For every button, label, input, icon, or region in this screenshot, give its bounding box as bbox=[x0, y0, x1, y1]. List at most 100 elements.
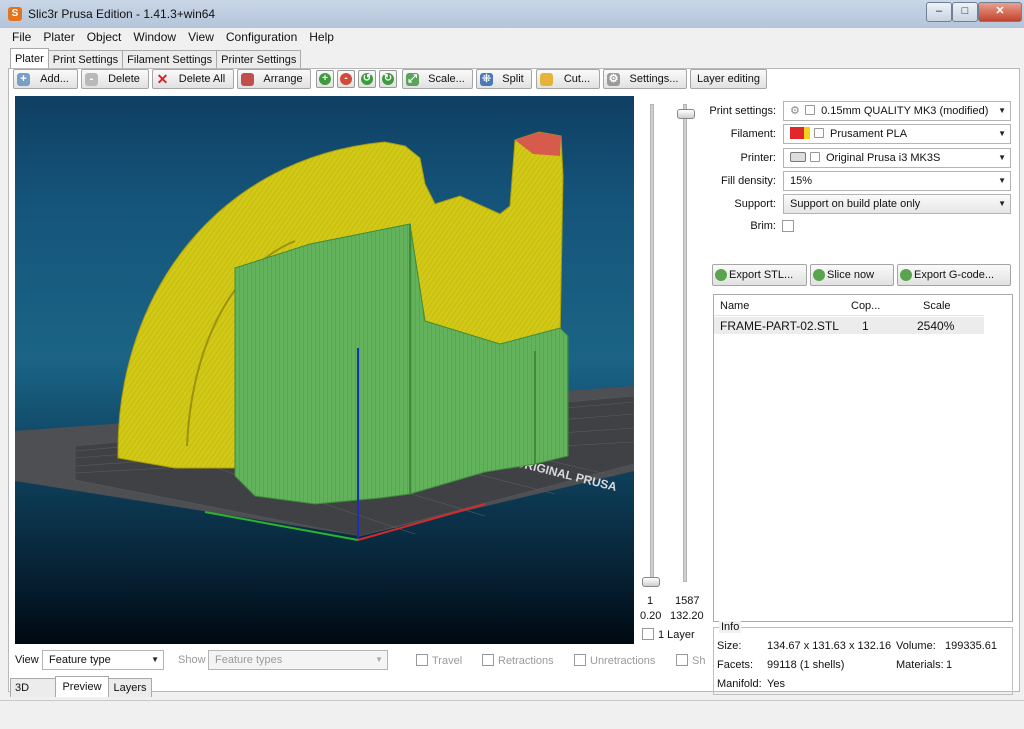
materials-label: Materials: bbox=[896, 659, 944, 671]
status-bar bbox=[0, 700, 1024, 729]
brim-checkbox[interactable] bbox=[782, 220, 798, 233]
chevron-down-icon: ▼ bbox=[375, 655, 383, 664]
export-gcode-button[interactable]: Export G-code... bbox=[897, 264, 1011, 286]
chevron-down-icon: ▼ bbox=[998, 199, 1006, 208]
high-layer-number: 1587 bbox=[675, 595, 700, 607]
travel-check[interactable] bbox=[416, 654, 428, 666]
export-stl-button[interactable]: Export STL... bbox=[712, 264, 807, 286]
menu-configuration[interactable]: Configuration bbox=[220, 29, 303, 46]
filament-color-swatch-2 bbox=[804, 127, 810, 139]
menu-view[interactable]: View bbox=[182, 29, 220, 46]
info-title: Info bbox=[719, 621, 742, 633]
menu-object[interactable]: Object bbox=[81, 29, 128, 46]
preview-viewport[interactable]: ORIGINAL PRUSA bbox=[15, 96, 634, 644]
low-layer-height: 0.20 bbox=[640, 610, 662, 622]
manifold-label: Manifold: bbox=[717, 678, 762, 690]
retractions-label: Retractions bbox=[498, 655, 554, 667]
support-select[interactable]: Support on build plate only ▼ bbox=[783, 194, 1011, 214]
rotate-left-icon: ↺ bbox=[361, 73, 373, 85]
cut-icon bbox=[540, 73, 553, 86]
view-label: View bbox=[15, 654, 39, 666]
delete-all-icon: ✕ bbox=[156, 71, 169, 87]
layer-slider-top-thumb[interactable] bbox=[677, 109, 695, 119]
unretractions-label: Unretractions bbox=[590, 655, 656, 667]
layer-slider-bottom-thumb[interactable] bbox=[642, 577, 660, 587]
volume-value: 199335.61 bbox=[945, 640, 997, 652]
tab-layers[interactable]: Layers bbox=[108, 678, 152, 697]
delete-all-button[interactable]: ✕ Delete All bbox=[152, 69, 234, 89]
chevron-down-icon: ▼ bbox=[998, 153, 1006, 162]
unretractions-check[interactable] bbox=[574, 654, 586, 666]
delete-all-label: Delete All bbox=[178, 73, 226, 85]
settings-button[interactable]: ⚙ Settings... bbox=[603, 69, 687, 89]
menu-help[interactable]: Help bbox=[303, 29, 340, 46]
size-value: 134.67 x 131.63 x 132.16 bbox=[767, 640, 892, 652]
close-button[interactable]: ✕ bbox=[978, 2, 1022, 22]
chevron-down-icon: ▼ bbox=[998, 106, 1006, 115]
tab-plater[interactable]: Plater bbox=[10, 48, 49, 69]
rotate-right-button[interactable]: ↻ bbox=[379, 70, 397, 88]
column-scale[interactable]: Scale bbox=[923, 300, 951, 312]
fill-density-select[interactable]: 15% ▼ bbox=[783, 171, 1011, 191]
printer-icon bbox=[790, 152, 806, 162]
rotate-left-button[interactable]: ↺ bbox=[358, 70, 376, 88]
delete-label: Delete bbox=[108, 73, 140, 85]
rotate-right-icon: ↻ bbox=[382, 73, 394, 85]
menu-window[interactable]: Window bbox=[127, 29, 182, 46]
slice-now-label: Slice now bbox=[827, 269, 875, 281]
print-settings-select[interactable]: ⚙ 0.15mm QUALITY MK3 (modified) ▼ bbox=[783, 101, 1011, 121]
tab-preview[interactable]: Preview bbox=[55, 676, 109, 697]
scale-label: Scale... bbox=[428, 73, 465, 85]
minimize-button[interactable]: – bbox=[926, 2, 952, 22]
row-copies: 1 bbox=[862, 319, 869, 333]
maximize-button[interactable]: □ bbox=[952, 2, 978, 22]
slice-icon bbox=[813, 269, 825, 281]
support-value: Support on build plate only bbox=[790, 198, 921, 210]
plus-icon: + bbox=[319, 73, 331, 85]
column-copies[interactable]: Cop... bbox=[851, 300, 880, 312]
brim-check[interactable] bbox=[782, 220, 794, 232]
chevron-down-icon: ▼ bbox=[998, 176, 1006, 185]
object-list[interactable] bbox=[713, 294, 1013, 622]
slice-now-button[interactable]: Slice now bbox=[810, 264, 894, 286]
view-type-select[interactable]: Feature type ▼ bbox=[42, 650, 164, 670]
size-label: Size: bbox=[717, 640, 742, 652]
shells-check[interactable] bbox=[676, 654, 688, 666]
menu-plater[interactable]: Plater bbox=[37, 29, 80, 46]
add-button[interactable]: + Add... bbox=[13, 69, 78, 89]
filament-select[interactable]: Prusament PLA ▼ bbox=[783, 124, 1011, 144]
arrange-icon bbox=[241, 73, 254, 86]
main-tabs: Plater Print Settings Filament Settings Pri… bbox=[10, 48, 302, 69]
column-name[interactable]: Name bbox=[720, 300, 749, 312]
travel-checkbox[interactable]: Travel bbox=[416, 654, 462, 667]
menu-file[interactable]: File bbox=[6, 29, 37, 46]
scale-button[interactable]: ⤢ Scale... bbox=[402, 69, 473, 89]
decrease-copies-button[interactable]: - bbox=[337, 70, 355, 88]
show-feature-value: Feature types bbox=[215, 654, 283, 666]
layer-editing-label: Layer editing bbox=[697, 73, 760, 85]
tab-3d[interactable]: 3D bbox=[10, 678, 56, 697]
row-name: FRAME-PART-02.STL bbox=[720, 319, 839, 333]
show-feature-select[interactable]: Feature types ▼ bbox=[208, 650, 388, 670]
tab-filament-settings[interactable]: Filament Settings bbox=[122, 50, 218, 69]
tab-printer-settings[interactable]: Printer Settings bbox=[216, 50, 302, 69]
export-gcode-label: Export G-code... bbox=[914, 269, 995, 281]
retractions-checkbox[interactable]: Retractions bbox=[482, 654, 554, 667]
layer-editing-button[interactable]: Layer editing bbox=[690, 69, 767, 89]
toolpath-preview: ORIGINAL PRUSA bbox=[15, 131, 634, 541]
delete-button[interactable]: - Delete bbox=[81, 69, 149, 89]
travel-label: Travel bbox=[432, 655, 463, 667]
printer-select[interactable]: Original Prusa i3 MK3S ▼ bbox=[783, 148, 1011, 168]
one-layer-check[interactable] bbox=[642, 628, 654, 640]
retractions-check[interactable] bbox=[482, 654, 494, 666]
export-stl-label: Export STL... bbox=[729, 269, 794, 281]
split-button[interactable]: ⁜ Split bbox=[476, 69, 532, 89]
increase-copies-button[interactable]: + bbox=[316, 70, 334, 88]
one-layer-checkbox[interactable]: 1 Layer bbox=[642, 628, 695, 641]
unretractions-checkbox[interactable]: Unretractions bbox=[574, 654, 655, 667]
arrange-button[interactable]: Arrange bbox=[237, 69, 311, 89]
tab-print-settings[interactable]: Print Settings bbox=[47, 50, 124, 69]
cut-button[interactable]: Cut... bbox=[536, 69, 600, 89]
gear-icon: ⚙ bbox=[607, 73, 620, 86]
shells-checkbox[interactable]: Sh bbox=[676, 654, 705, 667]
